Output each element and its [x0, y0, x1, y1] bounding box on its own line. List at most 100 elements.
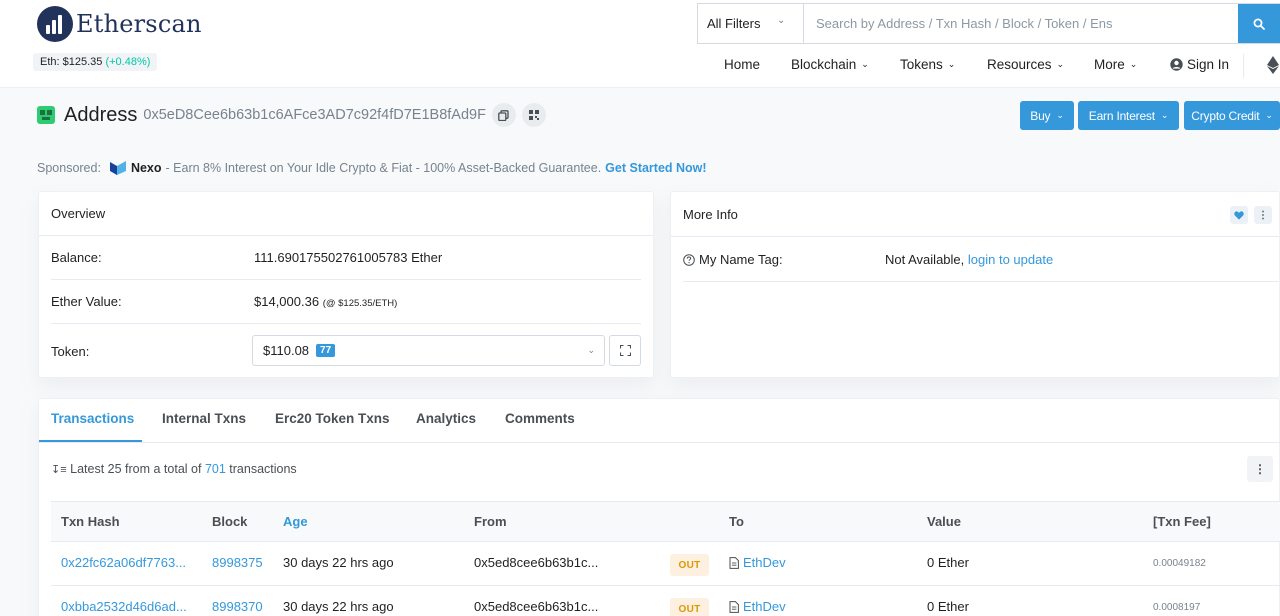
direction-badge: OUT — [670, 598, 709, 616]
copy-address-button[interactable] — [491, 103, 516, 127]
chevron-down-icon: ⌄ — [777, 15, 786, 26]
txn-hash-link[interactable]: 0x22fc62a06df7763... — [61, 555, 186, 570]
balance-value: 111.690175502761005783 Ether — [254, 250, 443, 265]
sponsor-cta-link[interactable]: Get Started Now! — [605, 161, 706, 175]
txn-to-link[interactable]: EthDev — [743, 555, 786, 570]
name-tag-value: Not Available, — [885, 252, 965, 267]
nav-blockchain[interactable]: Blockchain ⌄ — [791, 57, 869, 72]
token-expand-button[interactable] — [609, 335, 641, 366]
txn-to: EthDev — [729, 599, 786, 614]
expand-icon — [619, 345, 631, 356]
token-label: Token: — [51, 344, 90, 359]
chevron-down-icon: ⌄ — [1160, 110, 1169, 120]
tab-comments[interactable]: Comments — [505, 411, 575, 426]
chevron-down-icon: ⌄ — [1265, 110, 1273, 120]
name-tag-value-wrap: Not Available, login to update — [885, 252, 1053, 267]
ether-value-label: Ether Value: — [51, 294, 122, 309]
tx-total-link[interactable]: 701 — [205, 462, 226, 476]
user-circle-icon — [1170, 58, 1183, 71]
tab-transactions[interactable]: Transactions — [51, 411, 162, 426]
chevron-down-icon: ⌄ — [947, 59, 956, 69]
search-input[interactable] — [804, 4, 1238, 43]
nav-home-label: Home — [724, 57, 761, 72]
earn-interest-label: Earn Interest — [1088, 108, 1155, 123]
eth-price: Eth: $125.35 (+0.48%) — [33, 53, 158, 71]
chevron-down-icon: ⌄ — [1056, 110, 1064, 120]
nexo-logo-icon — [109, 161, 126, 175]
txn-to-link[interactable]: EthDev — [743, 599, 786, 614]
chevron-down-icon: ⌄ — [1129, 59, 1138, 69]
sponsored-label: Sponsored: — [37, 161, 101, 175]
address-tabs: Transactions Internal Txns Erc20 Token T… — [51, 411, 575, 426]
tab-erc20-token-txns[interactable]: Erc20 Token Txns — [275, 411, 416, 426]
sponsor-brand[interactable]: Nexo — [131, 161, 162, 175]
ethereum-network-icon[interactable] — [1267, 56, 1279, 77]
search-filter-select[interactable]: All Filters ⌄ — [698, 4, 804, 43]
sponsor-text: - Earn 8% Interest on Your Idle Crypto &… — [165, 161, 602, 175]
nav-resources-label: Resources — [987, 57, 1052, 72]
overview-title: Overview — [39, 192, 653, 236]
login-to-update-link[interactable]: login to update — [968, 252, 1053, 267]
favorite-button[interactable] — [1230, 206, 1248, 224]
txn-from: 0x5ed8cee6b63b1c... — [474, 555, 599, 570]
eth-price-label: Eth: $125.35 — [40, 56, 103, 68]
tab-analytics[interactable]: Analytics — [416, 411, 505, 426]
earn-interest-button[interactable]: Earn Interest ⌄ — [1078, 101, 1179, 130]
more-info-title: More Info — [671, 192, 1279, 237]
txn-fee: 0.00049182 — [1153, 558, 1206, 569]
table-row: 0xbba2532d46d6ad... 8998370 30 days 22 h… — [51, 586, 1280, 616]
search-button[interactable] — [1238, 4, 1280, 43]
sort-icon: ↧≡ — [51, 464, 67, 476]
site-header: Etherscan Eth: $125.35 (+0.48%) All Filt… — [0, 0, 1280, 88]
tab-internal-txns[interactable]: Internal Txns — [162, 411, 275, 426]
col-from: From — [474, 514, 507, 529]
ether-value-rate: (@ $125.35/ETH) — [322, 298, 398, 309]
search-icon — [1253, 18, 1265, 30]
name-tag-label-wrap: My Name Tag: — [683, 252, 783, 267]
more-options-button[interactable]: ⋮ — [1254, 206, 1272, 224]
ether-value: $14,000.36 (@ $125.35/ETH) — [254, 294, 397, 309]
col-txn-hash: Txn Hash — [61, 514, 120, 529]
etherscan-logo[interactable]: Etherscan — [37, 6, 202, 42]
nav-tokens[interactable]: Tokens ⌄ — [900, 57, 955, 72]
more-vertical-icon: ⋮ — [1258, 209, 1268, 221]
crypto-credit-button[interactable]: Crypto Credit ⌄ — [1184, 101, 1280, 130]
nav-more[interactable]: More ⌄ — [1094, 57, 1137, 72]
sign-in-link[interactable]: Sign In — [1170, 57, 1229, 72]
tx-options-button[interactable]: ⋮ — [1247, 456, 1273, 482]
tabs-divider — [38, 442, 1280, 443]
chevron-down-icon: ⌄ — [861, 59, 869, 69]
token-holdings-dropdown[interactable]: $110.08 77 ⌄ — [252, 335, 605, 366]
block-link[interactable]: 8998375 — [212, 555, 263, 570]
nav-blockchain-label: Blockchain — [791, 57, 857, 72]
table-row: 0x22fc62a06df7763... 8998375 30 days 22 … — [51, 542, 1280, 586]
block-link[interactable]: 8998370 — [212, 599, 263, 614]
tx-summary-suffix: transactions — [229, 462, 297, 476]
col-age[interactable]: Age — [283, 514, 308, 529]
crypto-credit-label: Crypto Credit — [1191, 108, 1260, 123]
txn-to: EthDev — [729, 555, 786, 570]
etherscan-logo-icon — [37, 6, 73, 42]
txn-from: 0x5ed8cee6b63b1c... — [474, 599, 599, 614]
txn-age: 30 days 22 hrs ago — [283, 599, 394, 614]
col-value: Value — [927, 514, 961, 529]
search-bar: All Filters ⌄ — [697, 3, 1280, 44]
col-to: To — [729, 514, 744, 529]
direction-badge: OUT — [670, 554, 709, 576]
copy-icon — [498, 109, 510, 121]
balance-label: Balance: — [51, 250, 102, 265]
ether-value-amount: $14,000.36 — [254, 294, 320, 309]
eth-price-change: (+0.48%) — [105, 56, 151, 68]
txn-fee: 0.0008197 — [1153, 602, 1201, 613]
question-circle-icon — [683, 253, 695, 266]
nav-home[interactable]: Home — [724, 57, 760, 72]
col-block: Block — [212, 514, 248, 529]
nav-more-label: More — [1094, 57, 1125, 72]
address-identicon — [37, 106, 55, 124]
qr-code-button[interactable] — [521, 103, 546, 127]
col-txn-fee[interactable]: [Txn Fee] — [1153, 514, 1211, 529]
nav-resources[interactable]: Resources ⌄ — [987, 57, 1064, 72]
token-count-badge: 77 — [316, 344, 336, 357]
txn-hash-link[interactable]: 0xbba2532d46d6ad... — [61, 599, 187, 614]
buy-button[interactable]: Buy ⌄ — [1020, 101, 1074, 130]
